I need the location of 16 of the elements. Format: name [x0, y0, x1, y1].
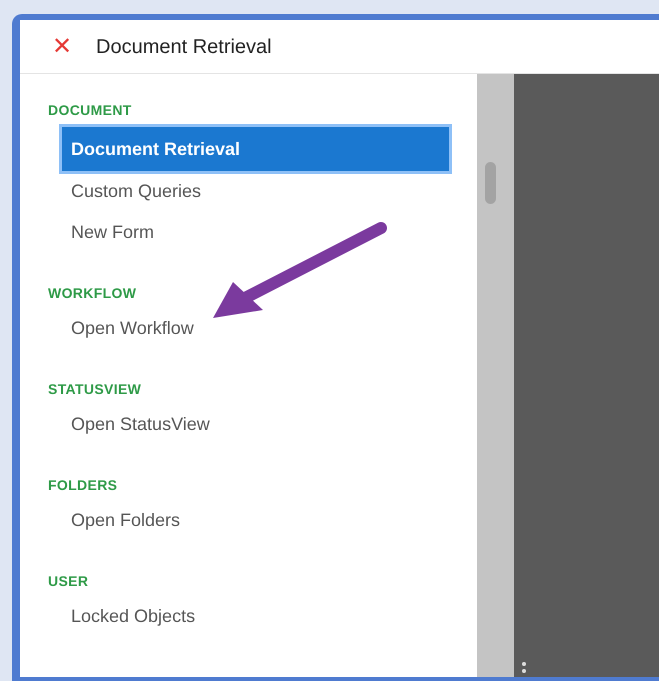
section-heading: DOCUMENT [48, 101, 133, 120]
menu-item[interactable]: Document Retrieval [62, 127, 449, 171]
section-heading: USER [48, 572, 90, 591]
menu-item[interactable]: Locked Objects [62, 596, 449, 637]
close-button[interactable]: ✕ [50, 34, 74, 58]
section-heading: FOLDERS [48, 476, 118, 495]
more-icon[interactable] [522, 662, 526, 673]
menu-item[interactable]: Open Folders [62, 500, 449, 541]
window-title: Document Retrieval [96, 34, 272, 60]
menu-item[interactable]: Open StatusView [62, 404, 449, 445]
section-heading: STATUSVIEW [48, 380, 142, 399]
menu-item[interactable]: New Form [62, 212, 449, 253]
scrollbar-thumb[interactable] [485, 162, 496, 204]
menu-item[interactable]: Custom Queries [62, 171, 449, 212]
menu-item[interactable]: Open Workflow [62, 308, 449, 349]
section-heading: WORKFLOW [48, 284, 138, 303]
